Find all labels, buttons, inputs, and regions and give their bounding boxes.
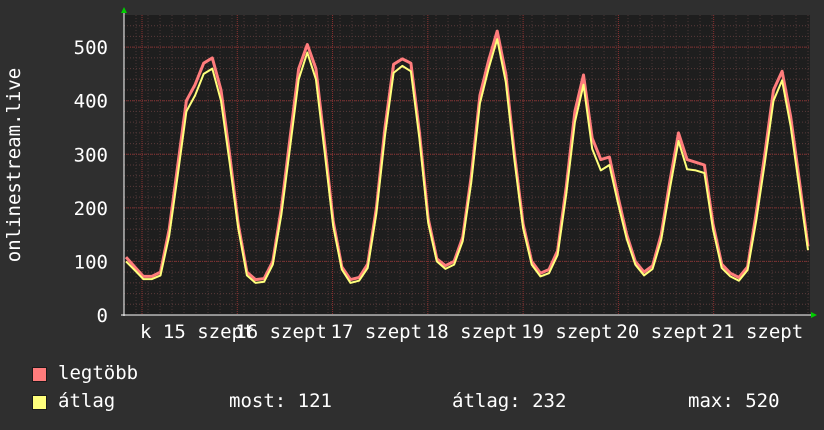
x-tick-label: 17 szept — [331, 321, 423, 343]
legend-swatch-max — [32, 367, 47, 382]
y-axis-arrow-icon — [121, 7, 127, 13]
y-tick-label: 500 — [74, 37, 108, 59]
legend-label-avg: átlag — [58, 390, 116, 412]
y-tick-label: 0 — [97, 305, 108, 327]
y-tick-label: 300 — [74, 144, 108, 166]
y-tick-label: 400 — [74, 91, 108, 113]
y-tick-label: 100 — [74, 251, 108, 273]
y-axis-label: onlinestream.live — [3, 68, 25, 262]
legend-swatch-avg — [32, 395, 47, 410]
y-axis-ticks: 0 100 200 300 400 500 — [74, 37, 108, 327]
y-tick-label: 200 — [74, 198, 108, 220]
x-tick-label: 18 szept — [426, 321, 518, 343]
legend-label-max: legtöbb — [58, 362, 139, 384]
stat-now: most: 121 — [229, 390, 332, 412]
x-axis-ticks: k 15 szept16 szept 17 szept 18 szept 19 sze… — [140, 321, 803, 343]
x-tick-label: 16 szept — [235, 321, 327, 343]
x-axis-arrow-icon — [811, 312, 817, 318]
x-tick-label: 21 szept — [712, 321, 804, 343]
stat-average: átlag: 232 — [452, 390, 567, 412]
stat-max: max: 520 — [688, 390, 780, 412]
x-tick-label: 20 szept — [616, 321, 708, 343]
x-tick-label: 19 szept — [521, 321, 613, 343]
